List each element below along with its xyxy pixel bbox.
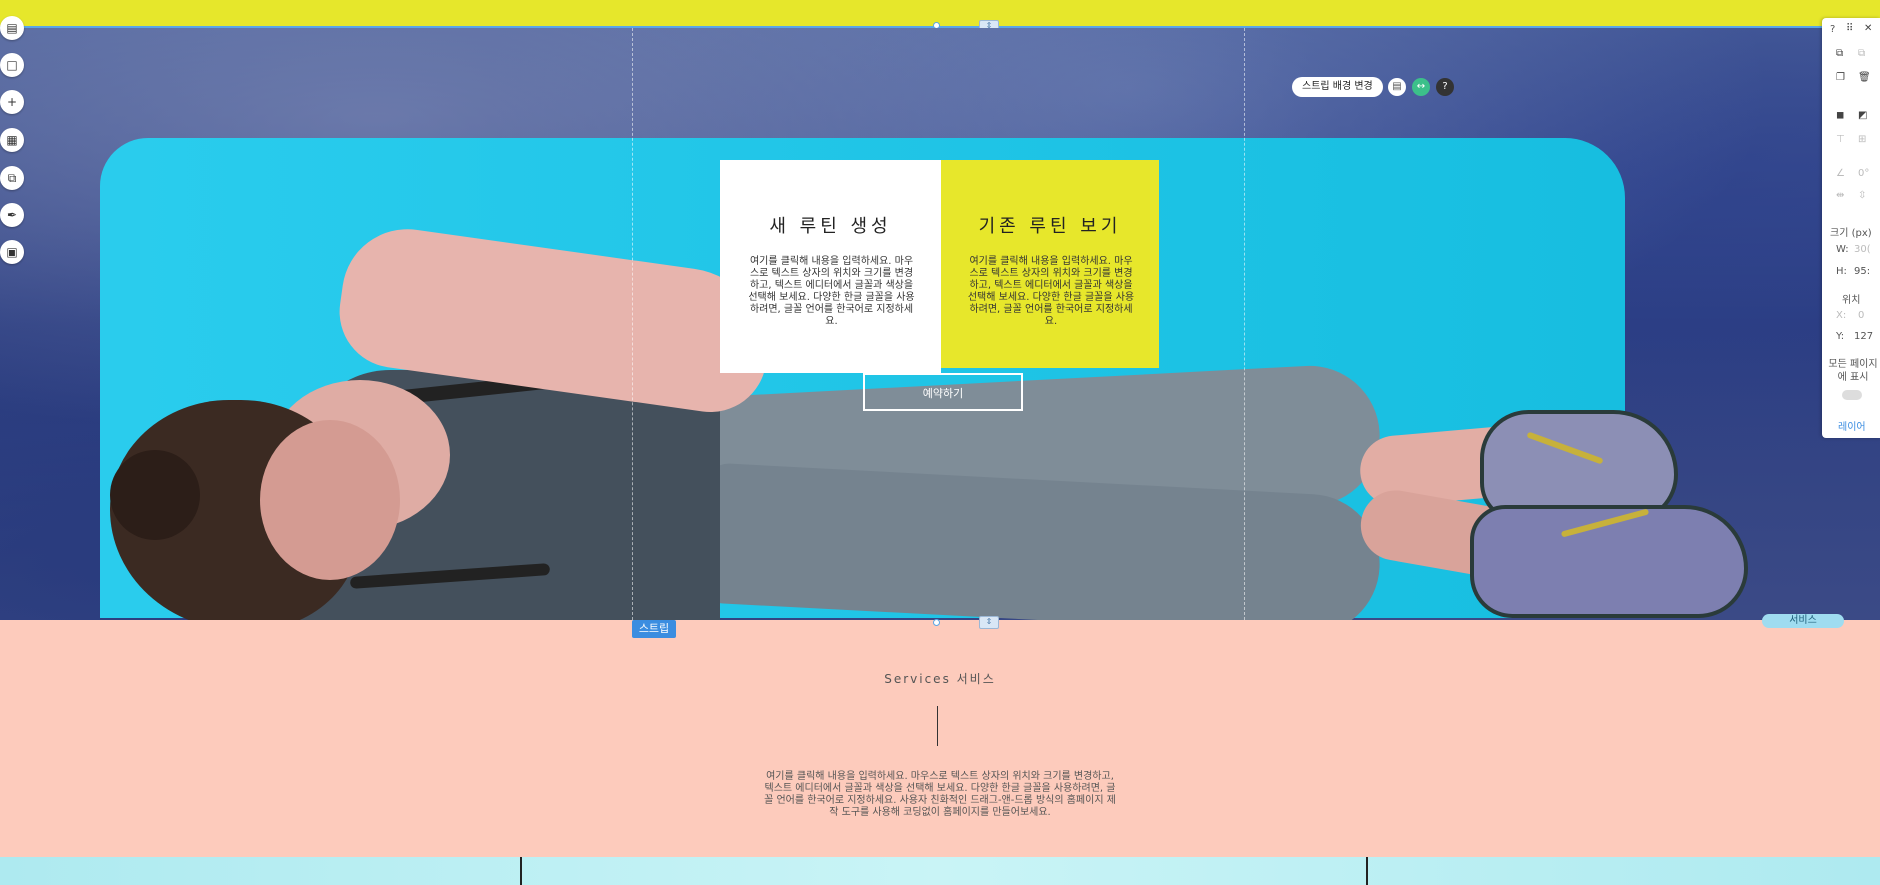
section-anchor-tag[interactable]: 서비스: [1762, 614, 1844, 628]
angle-value[interactable]: 0°: [1858, 168, 1869, 179]
card-new-routine[interactable]: 새 루틴 생성 여기를 클릭해 내용을 입력하세요. 마우스로 텍스트 상자의 …: [720, 160, 941, 373]
apps-icon[interactable]: ▦: [0, 128, 24, 152]
align-icon[interactable]: ⊤: [1836, 134, 1845, 145]
strip-anchor-dot[interactable]: [933, 619, 940, 626]
properties-panel: ? ⠿ ✕ ⧉ ⧉ ❐ 🗑 ◼ ◩ ⊤ ⊞ ∠ 0° ⇹ ⇳ 크기 (px) W…: [1822, 18, 1880, 438]
distribute-icon[interactable]: ⊞: [1858, 134, 1866, 145]
layout-icon[interactable]: ▤: [1388, 78, 1406, 96]
duplicate-icon[interactable]: ❐: [1836, 72, 1845, 83]
y-label: Y:: [1836, 331, 1845, 342]
height-label: H:: [1836, 266, 1847, 277]
copy-icon[interactable]: ⧉: [1836, 48, 1843, 59]
figure-hair-bun: [110, 450, 200, 540]
next-strip[interactable]: [0, 857, 1880, 885]
add-icon[interactable]: +: [0, 90, 24, 114]
card-existing-routine[interactable]: 기존 루틴 보기 여기를 클릭해 내용을 입력하세요. 마우스로 텍스트 상자의…: [941, 160, 1159, 368]
close-icon[interactable]: ✕: [1864, 23, 1872, 34]
y-field[interactable]: 127: [1854, 331, 1873, 342]
column-guide: [632, 28, 633, 620]
services-body[interactable]: 여기를 클릭해 내용을 입력하세요. 마우스로 텍스트 상자의 위치와 크기를 …: [760, 771, 1120, 819]
services-strip[interactable]: [0, 620, 1880, 857]
card-title[interactable]: 새 루틴 생성: [720, 212, 941, 238]
position-label: 위치: [1842, 295, 1861, 306]
strip-badge[interactable]: 스트립: [632, 620, 676, 638]
figure-face: [260, 420, 400, 580]
x-label: X:: [1836, 310, 1847, 321]
pages-icon[interactable]: ▤: [0, 16, 24, 40]
card-body[interactable]: 여기를 클릭해 내용을 입력하세요. 마우스로 텍스트 상자의 위치와 크기를 …: [967, 256, 1135, 328]
height-field[interactable]: 95:: [1854, 266, 1870, 277]
services-title[interactable]: Services 서비스: [0, 670, 1880, 687]
width-field[interactable]: 30(: [1854, 244, 1871, 255]
flip-vertical-icon[interactable]: ⇳: [1858, 190, 1866, 201]
help-icon[interactable]: ?: [1436, 78, 1454, 96]
background-icon[interactable]: □: [0, 53, 24, 77]
flip-horizontal-icon[interactable]: ⇹: [1836, 190, 1844, 201]
size-label: 크기 (px): [1830, 228, 1872, 239]
top-strip[interactable]: [0, 0, 1880, 28]
card-title[interactable]: 기존 루틴 보기: [941, 212, 1159, 238]
vertical-divider: [520, 857, 522, 885]
calendar-icon[interactable]: ▣: [0, 240, 24, 264]
send-back-icon[interactable]: ◩: [1858, 110, 1867, 121]
trash-icon[interactable]: 🗑: [1858, 72, 1871, 83]
bring-front-icon[interactable]: ◼: [1836, 110, 1844, 121]
show-all-pages-toggle[interactable]: [1842, 390, 1862, 400]
angle-icon[interactable]: ∠: [1836, 168, 1845, 179]
vertical-divider[interactable]: [937, 706, 938, 746]
pen-icon[interactable]: ✒: [0, 203, 24, 227]
drag-handle-icon[interactable]: ⠿: [1846, 23, 1853, 34]
show-all-pages-label: 모든 페이지에 표시: [1828, 359, 1878, 383]
strip-resize-handle-bottom[interactable]: ⇕: [979, 616, 999, 629]
card-body[interactable]: 여기를 클릭해 내용을 입력하세요. 마우스로 텍스트 상자의 위치와 크기를 …: [746, 256, 917, 328]
vertical-divider: [1366, 857, 1368, 885]
column-guide: [1244, 28, 1245, 620]
help-icon[interactable]: ?: [1830, 24, 1835, 35]
section-anchor-label: 서비스: [1789, 615, 1817, 626]
layers-link[interactable]: 레이어: [1838, 418, 1866, 433]
x-field[interactable]: 0: [1858, 310, 1864, 321]
paste-icon[interactable]: ⧉: [1858, 48, 1865, 59]
width-label: W:: [1836, 244, 1849, 255]
book-button[interactable]: 예약하기: [863, 373, 1023, 411]
change-strip-background-button[interactable]: 스트립 배경 변경: [1292, 77, 1383, 97]
media-icon[interactable]: ⧉: [0, 166, 24, 190]
stretch-icon[interactable]: ↔: [1412, 78, 1430, 96]
